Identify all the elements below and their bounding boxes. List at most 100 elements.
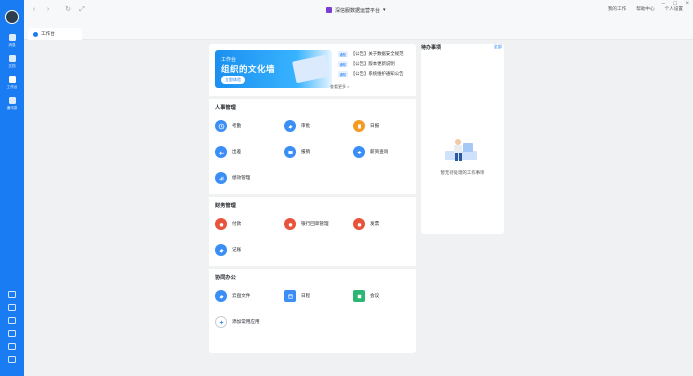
edit-icon[interactable] [8,304,16,311]
refresh-icon[interactable]: ↻ [64,6,72,14]
action-my-work[interactable]: 我的工作 [608,6,626,12]
app-name: 报销 [301,149,311,154]
chart-icon [215,172,227,184]
app-attendance[interactable]: 考勤 [215,120,241,132]
todo-empty-text: 暂无待处理的工作事项 [440,170,485,175]
app-bank-receipt[interactable]: 银行回单管理 [284,218,329,230]
avatar[interactable] [5,10,19,24]
app-calendar[interactable]: 日程 [284,290,310,302]
banner-button[interactable]: 立即体验 [221,76,245,84]
banner-small-text: 工作台 [221,57,237,63]
left-rail: 消息 文档 工作台 通讯录 [0,0,24,376]
app-business-trip[interactable]: 出差 [215,146,241,158]
rail-item-messages[interactable]: 消息 [0,34,24,54]
notice-item[interactable]: 通知 【公告】系统维护通知公告 [338,70,412,78]
app-name: 记账 [232,247,242,252]
action-help[interactable]: 帮助中心 [636,6,654,12]
expand-icon[interactable]: ⤢ [78,6,86,14]
app-invoice[interactable]: 发票 [353,218,379,230]
app-meeting[interactable]: 会议 [353,290,379,302]
contacts-icon [8,97,16,104]
app-name: 发票 [370,221,380,226]
todo-panel: 待办事项 全部 暂无待处理的工作事项 [421,44,504,234]
hand-icon [284,120,296,132]
close-icon[interactable]: × [685,1,689,7]
app-logo-icon [326,7,332,13]
money-bag-icon [284,218,296,230]
money-bag-icon [353,218,365,230]
add-app-button[interactable]: 添加常用应用 [215,316,260,328]
back-icon[interactable]: ‹ [30,6,38,14]
title-bar: ‹ › ↻ ⤢ 深信服数据运营平台 ▾ 我的工作 帮助中心 个人设置 – □ × [24,0,693,20]
money-icon [353,146,365,158]
notice-item[interactable]: 通知 【公告】版本更新说明 [338,60,412,68]
grid-icon [8,76,16,83]
maximize-icon[interactable]: □ [673,1,677,7]
divider [209,266,416,269]
todo-all-link[interactable]: 全部 [494,44,502,50]
divider [209,96,416,99]
cloud-icon [215,290,227,302]
app-name: 日程 [301,293,311,298]
app-name: 出差 [232,149,242,154]
rail-label: 文档 [8,64,16,68]
message-icon [8,34,16,41]
money-bag-icon [215,218,227,230]
banner-headline: 组织的文化墙 [221,64,276,74]
meeting-icon [353,290,365,302]
app-daily-report[interactable]: 日报 [353,120,379,132]
todo-title: 待办事项 [421,45,442,51]
plus-icon [215,316,227,328]
section-title-collab: 协同办公 [215,275,236,281]
calendar-icon[interactable] [8,291,16,298]
rail-item-contacts[interactable]: 通讯录 [0,97,24,117]
notice-tag: 通知 [338,71,348,77]
app-name: 考勤 [232,123,242,128]
notice-list: 通知 【公告】关于数据安全规范 通知 【公告】版本更新说明 通知 【公告】系统维… [338,50,412,80]
rail-item-workbench[interactable]: 工作台 [0,76,24,96]
tab-label: 工作台 [41,31,55,36]
phone-illustration [292,54,330,84]
app-payment[interactable]: 付款 [215,218,241,230]
calendar-icon [284,290,296,302]
app-title-text: 深信服数据运营平台 [335,7,381,14]
notice-tag: 通知 [338,51,348,57]
more-link[interactable]: 查看更多 > [330,84,349,90]
app-name: 审批 [301,123,311,128]
rail-label: 工作台 [6,85,18,89]
tab-strip: 工作台 [24,20,693,40]
notice-item[interactable]: 通知 【公告】关于数据安全规范 [338,50,412,58]
rail-label: 消息 [8,43,16,47]
notice-text: 【公告】关于数据安全规范 [350,51,404,56]
chevron-down-icon: ▾ [383,7,386,13]
hand-icon [215,244,227,256]
forward-icon[interactable]: › [44,6,52,14]
divider [209,194,416,197]
mail-icon[interactable] [8,343,16,350]
report-icon [353,120,365,132]
promo-banner[interactable]: 工作台 组织的文化墙 立即体验 [215,50,332,88]
rail-item-docs[interactable]: 文档 [0,55,24,75]
app-name: 添加常用应用 [232,319,260,324]
app-name: 薪资查询 [370,149,389,154]
app-bookkeeping[interactable]: 记账 [215,244,241,256]
pin-icon[interactable] [8,317,16,324]
rail-label: 通讯录 [6,106,18,110]
app-name: 绩效管理 [232,175,251,180]
app-performance[interactable]: 绩效管理 [215,172,250,184]
app-cloud-disk[interactable]: 云盘文件 [215,290,250,302]
minimize-icon[interactable]: – [662,1,665,7]
app-approval[interactable]: 审批 [284,120,310,132]
app-name: 付款 [232,221,242,226]
app-salary[interactable]: 薪资查询 [353,146,388,158]
app-title[interactable]: 深信服数据运营平台 ▾ [326,6,386,14]
app-reimburse[interactable]: 报销 [284,146,310,158]
notice-text: 【公告】版本更新说明 [350,61,395,66]
phone-icon[interactable] [8,330,16,337]
notice-text: 【公告】系统维护通知公告 [350,71,404,76]
clock-icon [215,120,227,132]
app-name: 日报 [370,123,380,128]
tab-workbench[interactable]: 工作台 [28,28,82,40]
settings-icon[interactable] [8,356,16,363]
section-title-hr: 人事管理 [215,105,236,111]
